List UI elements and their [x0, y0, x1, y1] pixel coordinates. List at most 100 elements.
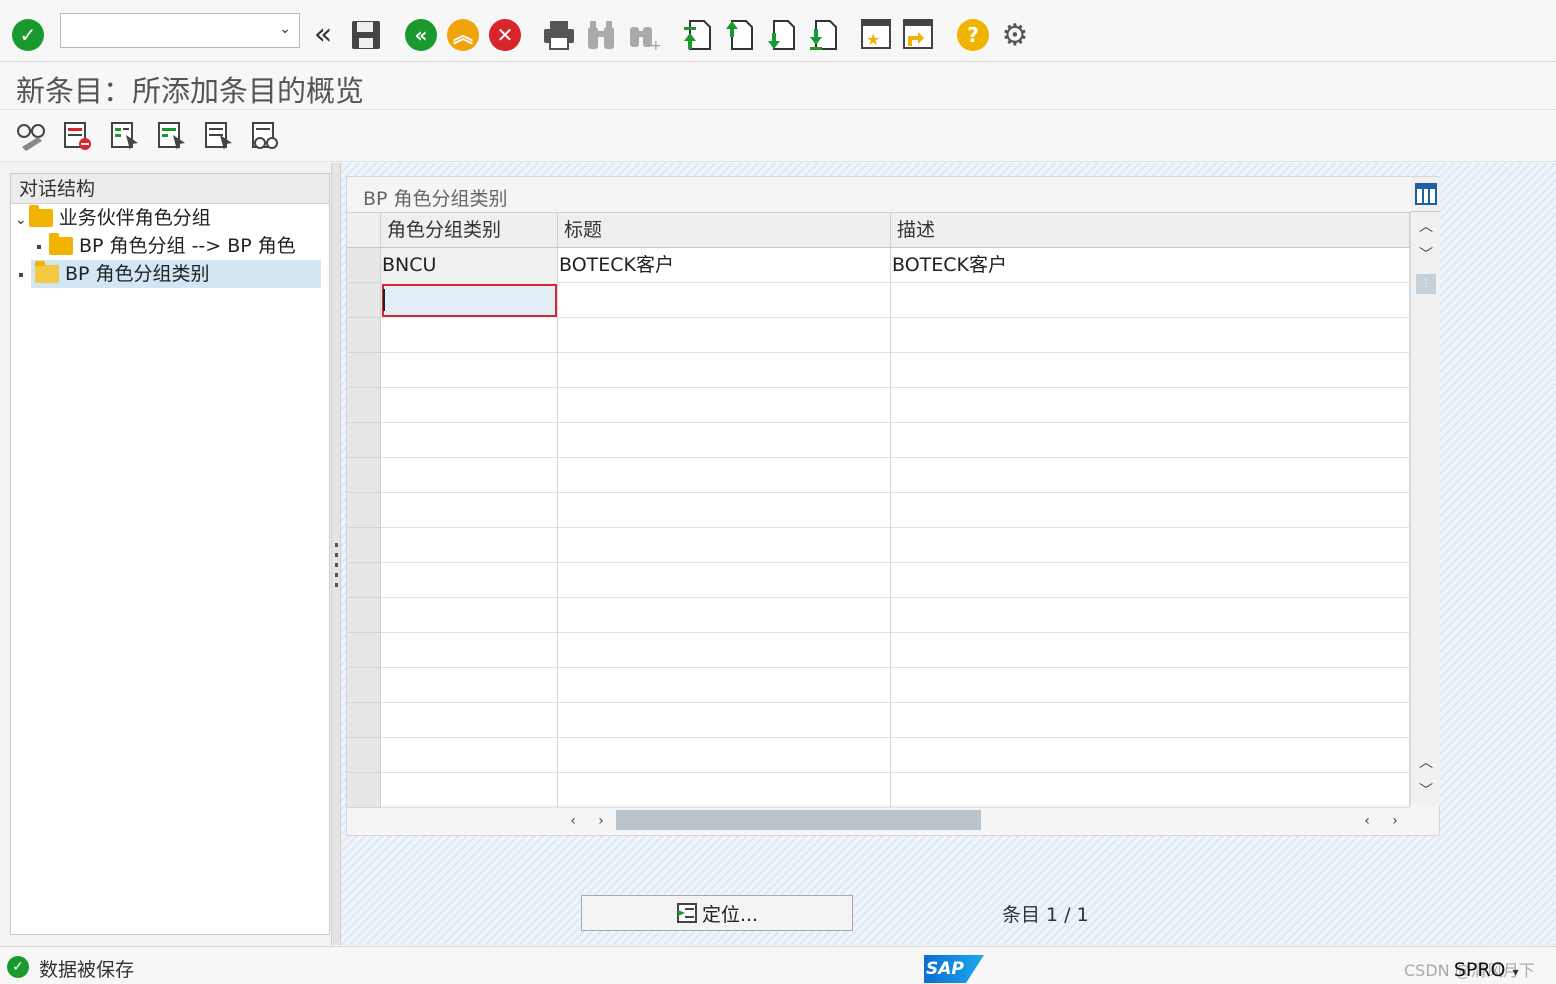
cell-description[interactable]	[891, 773, 1410, 808]
cell-title[interactable]	[558, 563, 891, 598]
cell-description[interactable]: BOTECK客户	[891, 248, 1410, 283]
status-message[interactable]: 数据被保存	[39, 955, 134, 982]
column-header-title[interactable]: 标题	[558, 213, 891, 248]
column-header-description[interactable]: 描述	[891, 213, 1410, 248]
row-selector[interactable]	[347, 458, 381, 493]
column-header-category[interactable]: 角色分组类别	[381, 213, 558, 248]
row-selector[interactable]	[347, 773, 381, 808]
delete-entry-icon[interactable]	[63, 121, 93, 151]
position-button[interactable]: 定位...	[581, 895, 853, 931]
chevron-down-icon[interactable]: ⌄	[15, 212, 27, 228]
cell-category[interactable]	[381, 633, 558, 668]
exit-icon[interactable]: ︽	[447, 19, 479, 51]
cell-category[interactable]	[381, 668, 558, 703]
row-selector[interactable]	[347, 248, 381, 283]
cell-description[interactable]	[891, 318, 1410, 353]
enter-check-icon[interactable]: ✓	[12, 19, 44, 51]
cell-title[interactable]	[558, 703, 891, 738]
cell-title[interactable]	[558, 423, 891, 458]
shortcut-icon[interactable]	[902, 18, 934, 50]
table-horizontal-scrollbar[interactable]: ‹ › ‹ ›	[558, 807, 1410, 833]
find-next-icon[interactable]: +	[628, 19, 660, 51]
cancel-icon[interactable]: ✕	[489, 19, 521, 51]
scroll-thumb[interactable]: ⋮	[1411, 270, 1441, 298]
cell-category[interactable]	[381, 598, 558, 633]
table-vertical-scrollbar[interactable]: ︿ ﹀ ⋮ ︿ ﹀	[1410, 177, 1441, 805]
select-all-icon[interactable]	[110, 121, 140, 151]
new-session-icon[interactable]: ★	[860, 18, 892, 50]
row-selector-header[interactable]	[347, 213, 381, 248]
cell-description[interactable]	[891, 388, 1410, 423]
cell-description[interactable]	[891, 528, 1410, 563]
command-field[interactable]: ⌄	[60, 13, 300, 48]
deselect-all-icon[interactable]	[204, 121, 234, 151]
tree-node-grouping-category[interactable]: BP 角色分组类别	[19, 260, 329, 288]
cell-description[interactable]	[891, 423, 1410, 458]
previous-page-icon[interactable]	[724, 17, 754, 51]
back-double-chevron-icon[interactable]: «	[308, 17, 338, 52]
row-selector[interactable]	[347, 668, 381, 703]
first-page-icon[interactable]	[682, 17, 712, 51]
panel-splitter[interactable]	[331, 163, 341, 945]
scroll-page-up-icon[interactable]: ︿	[1411, 748, 1441, 776]
cell-description[interactable]	[891, 703, 1410, 738]
row-selector[interactable]	[347, 563, 381, 598]
scroll-down-icon[interactable]: ﹀	[1411, 240, 1441, 268]
cell-description[interactable]	[891, 493, 1410, 528]
scroll-left-end-icon[interactable]: ‹	[1352, 807, 1382, 835]
row-selector[interactable]	[347, 283, 381, 318]
cell-title[interactable]	[558, 458, 891, 493]
cell-category[interactable]	[381, 458, 558, 493]
help-icon[interactable]: ?	[957, 19, 989, 51]
row-selector[interactable]	[347, 353, 381, 388]
cell-title[interactable]	[558, 773, 891, 808]
last-page-icon[interactable]	[808, 17, 838, 51]
row-selector[interactable]	[347, 738, 381, 773]
column-settings-icon[interactable]	[1411, 177, 1441, 212]
find-icon[interactable]	[586, 19, 616, 51]
settings-gear-icon[interactable]: ⚙	[998, 18, 1032, 53]
cell-category[interactable]	[381, 318, 558, 353]
cell-category[interactable]	[381, 388, 558, 423]
back-icon[interactable]: «	[405, 19, 437, 51]
print-icon[interactable]	[542, 19, 576, 51]
cell-title[interactable]	[558, 353, 891, 388]
row-selector[interactable]	[347, 423, 381, 458]
system-info[interactable]: CSDN @清风月下 SPRO ▾	[1404, 957, 1535, 981]
cell-category[interactable]	[381, 738, 558, 773]
cell-title[interactable]	[558, 283, 891, 318]
cell-category[interactable]	[381, 353, 558, 388]
row-selector[interactable]	[347, 318, 381, 353]
cell-title[interactable]: BOTECK客户	[558, 248, 891, 283]
cell-description[interactable]	[891, 283, 1410, 318]
scroll-right-end-icon[interactable]: ›	[1380, 807, 1410, 835]
scroll-page-down-icon[interactable]: ﹀	[1411, 776, 1441, 804]
cell-title[interactable]	[558, 318, 891, 353]
row-selector[interactable]	[347, 493, 381, 528]
cell-title[interactable]	[558, 738, 891, 773]
save-icon[interactable]	[350, 19, 382, 51]
cell-category[interactable]: BNCU	[381, 248, 558, 283]
tree-node-partner-role-grouping[interactable]: ⌄ 业务伙伴角色分组	[15, 204, 211, 232]
cell-title[interactable]	[558, 493, 891, 528]
cell-description[interactable]	[891, 738, 1410, 773]
horizontal-scroll-thumb[interactable]	[616, 810, 981, 830]
cell-category[interactable]	[381, 703, 558, 738]
chevron-down-icon[interactable]: ⌄	[279, 21, 291, 37]
cell-category[interactable]	[381, 773, 558, 808]
row-selector[interactable]	[347, 598, 381, 633]
scroll-left-icon[interactable]: ‹	[558, 807, 588, 835]
cell-title[interactable]	[558, 633, 891, 668]
cell-category[interactable]	[381, 423, 558, 458]
active-input-cell[interactable]	[381, 283, 558, 318]
cell-description[interactable]	[891, 563, 1410, 598]
print-view-icon[interactable]	[251, 121, 281, 151]
cell-description[interactable]	[891, 668, 1410, 703]
select-block-icon[interactable]	[157, 121, 187, 151]
cell-description[interactable]	[891, 353, 1410, 388]
row-selector[interactable]	[347, 633, 381, 668]
cell-title[interactable]	[558, 598, 891, 633]
cell-category[interactable]	[381, 528, 558, 563]
next-page-icon[interactable]	[766, 17, 796, 51]
scroll-right-icon[interactable]: ›	[586, 807, 616, 835]
